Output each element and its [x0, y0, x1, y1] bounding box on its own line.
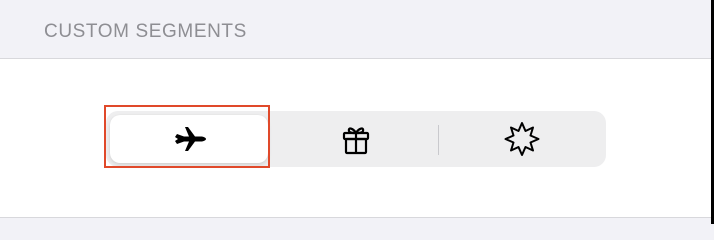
section-header: CUSTOM SEGMENTS [0, 0, 711, 59]
section-title: CUSTOM SEGMENTS [44, 21, 247, 42]
gift-icon [342, 127, 370, 155]
segment-gift[interactable] [273, 111, 439, 167]
segment-burst[interactable] [439, 111, 605, 167]
airplane-icon [175, 127, 206, 151]
burst-icon [504, 122, 540, 156]
segments-card [0, 59, 711, 218]
segment-airplane[interactable] [106, 111, 272, 167]
segmented-control [106, 111, 606, 167]
